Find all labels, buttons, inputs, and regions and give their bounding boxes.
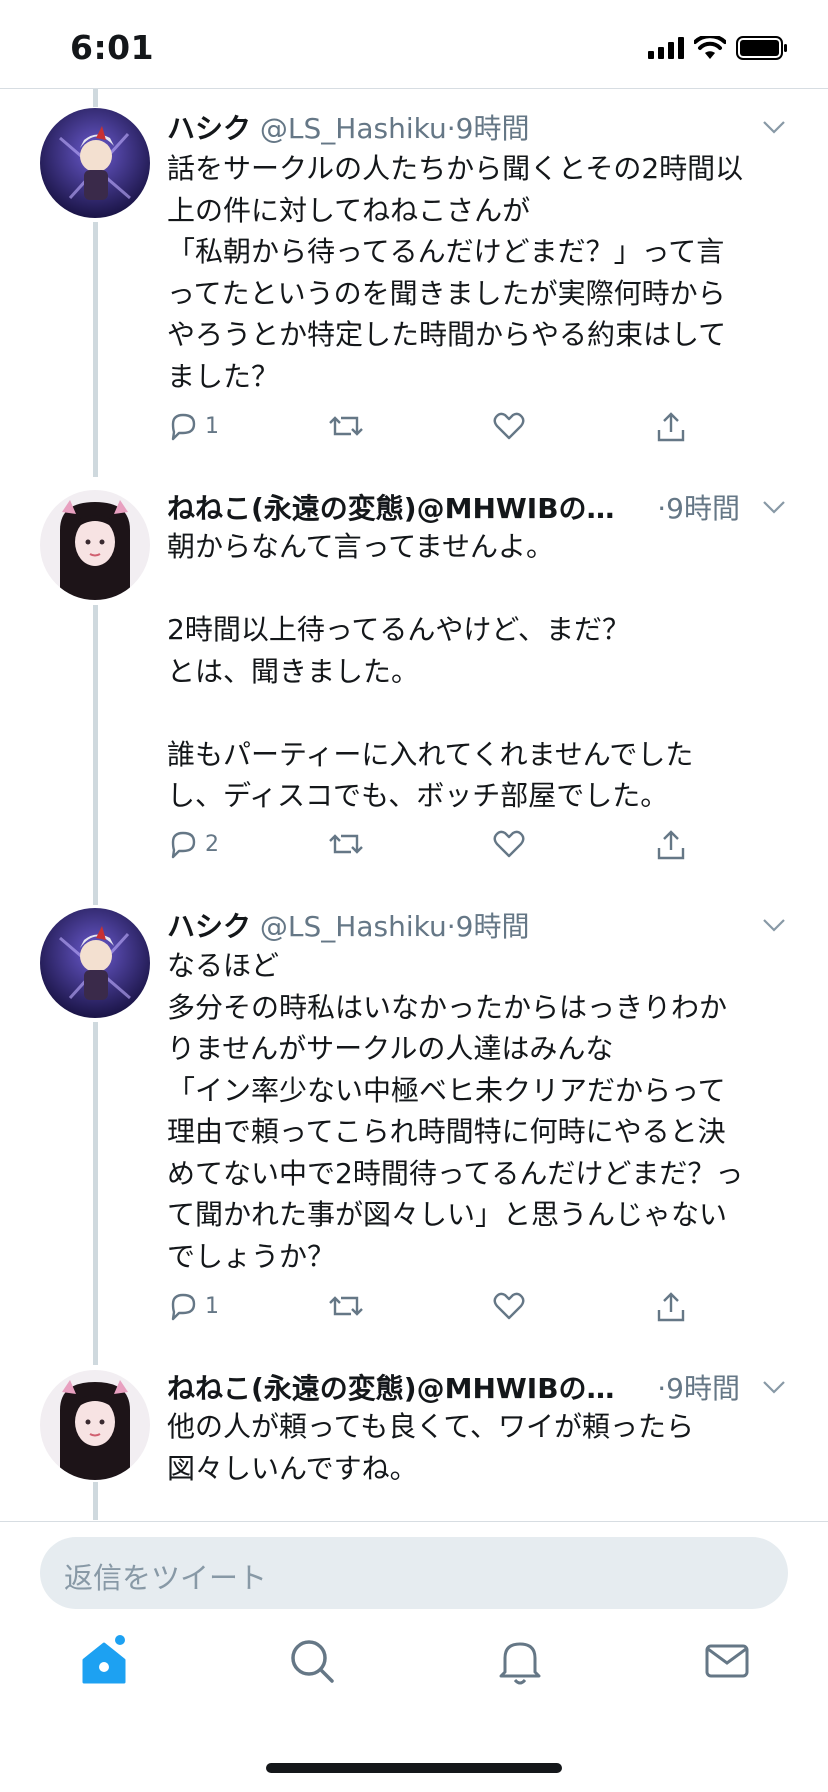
composer-divider (0, 1521, 828, 1522)
thread-line (93, 605, 98, 905)
timestamp[interactable]: ·9時間 (657, 487, 740, 527)
tab-notifications[interactable] (490, 1630, 550, 1690)
reply-button[interactable]: 1 (167, 410, 219, 442)
reply-icon (171, 413, 196, 441)
timestamp[interactable]: ·9時間 (447, 910, 530, 943)
display-name[interactable]: ハシク (167, 910, 251, 943)
reply-placeholder: 返信をツイート (64, 1561, 268, 1595)
heart-icon (493, 1292, 525, 1320)
share-icon (657, 830, 685, 860)
avatar[interactable] (40, 1370, 150, 1480)
reply-count: 1 (205, 413, 219, 439)
retweet-button[interactable] (327, 1290, 365, 1322)
reply-icon (171, 831, 196, 859)
avatar[interactable] (40, 108, 150, 218)
timestamp[interactable]: ·9時間 (657, 1367, 740, 1407)
username[interactable]: @LS_Hashiku (260, 112, 447, 145)
tweet-text: 他の人が頼っても良くて、ワイが頼ったら 図々しいんですね。 (167, 1410, 694, 1485)
retweet-icon (329, 1296, 363, 1316)
tweet-header: ねねこ(永遠の変態)@MHWIBの… ·9時間 (167, 1367, 788, 1407)
share-button[interactable] (655, 410, 687, 444)
status-bar: 6:01 (0, 0, 828, 88)
tweet-header: ハシク @LS_Hashiku·9時間 (167, 107, 788, 147)
chevron-down-icon[interactable] (760, 1373, 788, 1401)
messages-icon (705, 1644, 749, 1678)
chevron-down-icon[interactable] (760, 493, 788, 521)
tab-messages[interactable] (697, 1630, 757, 1690)
cellular-signal-icon (648, 37, 684, 59)
like-button[interactable] (492, 410, 526, 442)
reply-icon (171, 1293, 196, 1321)
reply-input[interactable]: 返信をツイート (40, 1537, 788, 1609)
tweet-actions: 1 (167, 410, 727, 450)
username[interactable]: @LS_Hashiku (260, 910, 447, 943)
share-icon (657, 1292, 685, 1322)
tweet-header: ねねこ(永遠の変態)@MHWIBの… ·9時間 (167, 487, 788, 527)
tab-search[interactable] (282, 1630, 342, 1690)
thread-line (93, 222, 98, 477)
retweet-button[interactable] (327, 410, 365, 442)
tweet-text: なるほど 多分その時私はいなかったからはっきりわか りませんがサークルの人達はみ… (167, 949, 744, 1273)
chevron-down-icon[interactable] (760, 113, 788, 141)
top-divider (0, 88, 828, 89)
home-indicator (266, 1763, 562, 1773)
tab-home[interactable] (74, 1630, 134, 1690)
reply-count: 2 (205, 831, 219, 857)
tweet-header: ハシク @LS_Hashiku·9時間 (167, 905, 788, 945)
search-icon (291, 1640, 334, 1683)
share-button[interactable] (655, 828, 687, 862)
thread-line (93, 89, 98, 107)
thread-line (93, 1482, 98, 1520)
reply-button[interactable]: 1 (167, 1290, 219, 1322)
display-name[interactable]: ねねこ(永遠の変態)@MHWIBの… (167, 492, 615, 525)
tweet-actions: 2 (167, 828, 727, 868)
avatar[interactable] (40, 908, 150, 1018)
timestamp[interactable]: ·9時間 (447, 112, 530, 145)
tweet-text: 話をサークルの人たちから聞くとその2時間以 上の件に対してねねこさんが 「私朝か… (167, 152, 744, 393)
home-icon (82, 1635, 126, 1684)
tweet-text: 朝からなんて言ってませんよ。 2時間以上待ってるんやけど、まだ？ とは、聞きまし… (167, 530, 694, 812)
status-time: 6:01 (70, 28, 155, 67)
thread-line (93, 1022, 98, 1365)
heart-icon (493, 412, 525, 440)
retweet-button[interactable] (327, 828, 365, 860)
retweet-icon (329, 416, 363, 436)
heart-icon (493, 830, 525, 858)
battery-icon (736, 36, 787, 60)
tweet-actions: 1 (167, 1290, 727, 1330)
wifi-icon (694, 36, 726, 59)
display-name[interactable]: ハシク (167, 112, 251, 145)
chevron-down-icon[interactable] (760, 911, 788, 939)
share-button[interactable] (655, 1290, 687, 1324)
status-icons (648, 36, 788, 60)
retweet-icon (329, 834, 363, 854)
reply-count: 1 (205, 1293, 219, 1319)
share-icon (657, 412, 685, 442)
avatar[interactable] (40, 490, 150, 600)
reply-button[interactable]: 2 (167, 828, 219, 860)
tab-bar (0, 1630, 828, 1720)
like-button[interactable] (492, 828, 526, 860)
notifications-icon (499, 1642, 541, 1685)
like-button[interactable] (492, 1290, 526, 1322)
display-name[interactable]: ねねこ(永遠の変態)@MHWIBの… (167, 1372, 615, 1405)
